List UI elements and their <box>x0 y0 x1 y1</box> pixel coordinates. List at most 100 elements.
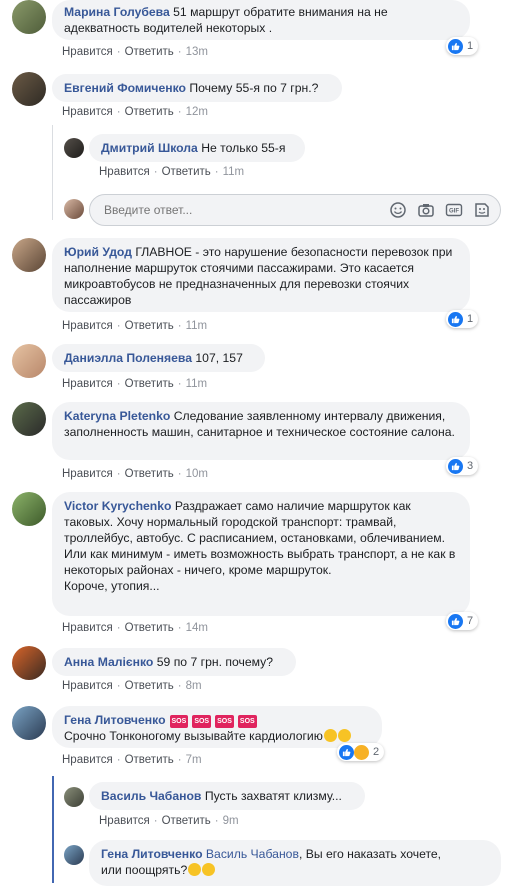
avatar[interactable] <box>12 0 46 34</box>
comment-bubble: Анна Малієнко 59 по 7 грн. почему? <box>52 648 296 676</box>
comment-text: , Вы его наказать хочете, <box>298 847 442 861</box>
comment-author[interactable]: Юрий Удод <box>64 245 132 259</box>
reply-link[interactable]: Ответить <box>162 815 211 827</box>
comment-author[interactable]: Евгений Фомиченко <box>64 81 186 95</box>
thread-line <box>52 776 54 883</box>
comment-bubble: Марина Голубева 51 маршрут обратите вним… <box>52 0 470 40</box>
reply-box: GIF <box>89 194 501 226</box>
reaction-count[interactable]: 2 <box>337 743 385 761</box>
like-link[interactable]: Нравится <box>99 166 150 178</box>
reply-link[interactable]: Ответить <box>125 320 174 332</box>
like-link[interactable]: Нравится <box>62 106 113 118</box>
reaction-count[interactable]: 3 <box>446 457 479 475</box>
comment-bubble: Евгений Фомиченко Почему 55-я по 7 грн.? <box>52 74 342 102</box>
comment-bubble: Дмитрий Школа Не только 55-я <box>89 134 305 162</box>
avatar[interactable] <box>12 646 46 680</box>
reply-link[interactable]: Ответить <box>162 166 211 178</box>
like-icon <box>448 613 463 629</box>
comment-author[interactable]: Дмитрий Школа <box>101 141 198 155</box>
comment-text: Почему 55-я по 7 грн.? <box>189 81 319 95</box>
avatar[interactable] <box>12 238 46 272</box>
like-link[interactable]: Нравится <box>62 754 113 766</box>
comment-actions: Нравится · Ответить · 8m <box>62 680 202 692</box>
avatar[interactable] <box>12 492 46 526</box>
avatar[interactable] <box>12 344 46 378</box>
comment-author[interactable]: Анна Малієнко <box>64 655 153 669</box>
like-link[interactable]: Нравится <box>62 378 113 390</box>
like-link[interactable]: Нравится <box>62 320 113 332</box>
mention-link[interactable]: Василь Чабанов <box>206 847 299 861</box>
gif-icon[interactable]: GIF <box>445 201 463 219</box>
timestamp[interactable]: 7m <box>186 754 202 766</box>
reply-link[interactable]: Ответить <box>125 468 174 480</box>
comment-author[interactable]: Гена Литовченко <box>101 847 203 861</box>
comment-bubble: Юрий Удод ГЛАВНОЕ - это нарушение безопа… <box>52 238 470 312</box>
camera-icon[interactable] <box>417 201 435 219</box>
comment-actions: Нравится · Ответить · 11m <box>99 166 245 178</box>
reaction-count[interactable]: 1 <box>446 310 479 328</box>
reply-link[interactable]: Ответить <box>125 46 174 58</box>
comment-author[interactable]: Василь Чабанов <box>101 789 201 803</box>
avatar[interactable] <box>64 138 84 158</box>
comment-author[interactable]: Kateryna Pletenko <box>64 409 170 423</box>
timestamp[interactable]: 10m <box>186 468 208 480</box>
reply-link[interactable]: Ответить <box>125 378 174 390</box>
comment-bubble: Даниэлла Поленяева 107, 157 <box>52 344 265 372</box>
reaction-count[interactable]: 1 <box>446 37 479 55</box>
timestamp[interactable]: 11m <box>186 378 208 390</box>
comment-text: 107, 157 <box>195 351 243 365</box>
comment-text: Пусть захватят клизму... <box>204 789 342 803</box>
sos-emoji: SOS <box>215 715 234 728</box>
thinking-emoji-icon <box>188 863 202 876</box>
reply-input[interactable] <box>102 202 366 218</box>
reaction-count[interactable]: 7 <box>446 612 479 630</box>
like-link[interactable]: Нравится <box>62 468 113 480</box>
avatar[interactable] <box>64 845 84 865</box>
comment-actions: Нравится · Ответить · 11m <box>62 320 208 332</box>
sos-emoji: SOS <box>169 715 189 728</box>
comment-actions: Нравится · Ответить · 10m <box>62 468 208 480</box>
avatar[interactable] <box>12 402 46 436</box>
comment-author[interactable]: Victor Kyrychenko <box>64 499 171 513</box>
like-icon <box>448 458 463 474</box>
like-icon <box>448 38 463 54</box>
comment-author[interactable]: Марина Голубева <box>64 5 170 19</box>
like-link[interactable]: Нравится <box>99 815 150 827</box>
avatar[interactable] <box>12 706 46 740</box>
comment-text-continued: Короче, утопия... <box>64 579 160 593</box>
timestamp[interactable]: 11m <box>223 166 245 178</box>
like-link[interactable]: Нравится <box>62 680 113 692</box>
reply-link[interactable]: Ответить <box>125 622 174 634</box>
comment-actions: Нравится · Ответить · 13m <box>62 46 208 58</box>
thread-line <box>52 125 53 220</box>
timestamp[interactable]: 11m <box>186 320 208 332</box>
timestamp[interactable]: 8m <box>186 680 202 692</box>
sticker-icon[interactable] <box>473 201 491 219</box>
comment-bubble: Василь Чабанов Пусть захватят клизму... <box>89 782 365 810</box>
comment-actions: Нравится · Ответить · 11m <box>62 378 208 390</box>
thinking-emoji-icon <box>202 863 216 876</box>
emoji-icon[interactable] <box>389 201 407 219</box>
like-icon <box>339 744 354 760</box>
avatar[interactable] <box>12 72 46 106</box>
like-icon <box>448 311 463 327</box>
comment-text: Срочно Тонконогому вызывайте кардиологию <box>64 729 323 743</box>
comment-text: 59 по 7 грн. почему? <box>156 655 273 669</box>
svg-text:GIF: GIF <box>449 209 459 215</box>
reply-link[interactable]: Ответить <box>125 106 174 118</box>
like-link[interactable]: Нравится <box>62 46 113 58</box>
timestamp[interactable]: 14m <box>186 622 208 634</box>
sos-emoji: SOS <box>192 715 212 728</box>
comment-text: Не только 55-я <box>201 141 286 155</box>
like-link[interactable]: Нравится <box>62 622 113 634</box>
reply-link[interactable]: Ответить <box>125 754 174 766</box>
comment-author[interactable]: Гена Литовченко <box>64 713 166 727</box>
timestamp[interactable]: 12m <box>186 106 208 118</box>
timestamp[interactable]: 13m <box>186 46 208 58</box>
comment-actions: Нравится · Ответить · 9m <box>99 815 239 827</box>
comment-text-continued: или поощрять? <box>101 863 188 877</box>
reply-link[interactable]: Ответить <box>125 680 174 692</box>
avatar[interactable] <box>64 787 84 807</box>
comment-author[interactable]: Даниэлла Поленяева <box>64 351 192 365</box>
timestamp[interactable]: 9m <box>223 815 239 827</box>
